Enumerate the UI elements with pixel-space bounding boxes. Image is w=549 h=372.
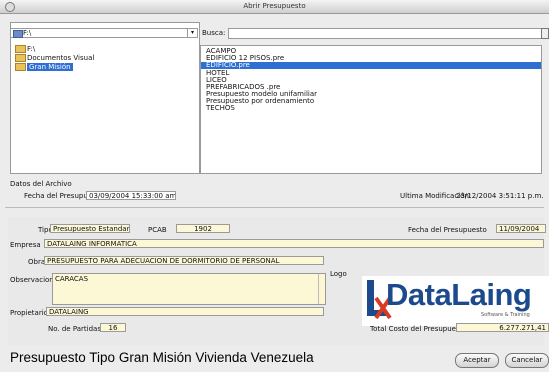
search-input[interactable]	[228, 28, 549, 39]
search-row: Busca:	[200, 28, 549, 39]
logo-label: Logo	[330, 270, 347, 278]
budget-date-label: Fecha del Presupuesto	[408, 226, 487, 234]
tree-item-label: Documentos Visual	[27, 54, 95, 62]
file-item[interactable]: TECHOS	[206, 105, 235, 112]
company-logo: DataLaing Software & Training	[362, 276, 549, 326]
archive-date-field: 03/09/2004 15:33:00 am	[86, 191, 176, 200]
type-field[interactable]: Presupuesto Estandar	[50, 224, 130, 233]
notes-scrollbar[interactable]	[318, 274, 325, 304]
archive-section-label: Datos del Archivo	[10, 180, 72, 188]
client-field[interactable]: PRESUPUESTO PARA ADECUACION DE DORMITORI…	[44, 256, 324, 265]
search-label: Busca:	[202, 29, 226, 37]
company-label: Empresa	[10, 241, 41, 249]
notes-text: CARACAS	[55, 275, 89, 283]
pcab-field[interactable]: 1902	[176, 224, 230, 233]
owner-field[interactable]: DATALAING	[46, 307, 324, 316]
file-item-selected[interactable]: EDIFICIO.pre	[201, 62, 541, 69]
notes-textarea[interactable]: CARACAS	[52, 273, 326, 305]
parts-label: No. de Partidas	[48, 325, 101, 333]
window-title: Abrir Presupuesto	[243, 2, 306, 10]
last-modified-value: 23/12/2004 3:51:11 p.m.	[456, 192, 544, 200]
folder-icon	[15, 45, 26, 53]
total-field: 6.277.271,41	[456, 323, 549, 332]
search-clear-button[interactable]	[541, 28, 549, 39]
open-budget-dialog: Abrir Presupuesto F:\ ▾ F:\ Documentos V…	[0, 0, 549, 372]
folder-icon	[15, 54, 26, 62]
drive-selector-value: F:\	[23, 29, 32, 37]
footer-title: Presupuesto Tipo Gran Misión Vivienda Ve…	[10, 350, 314, 365]
accept-button[interactable]: Aceptar	[455, 353, 499, 368]
budget-date-field[interactable]: 11/09/2004	[496, 224, 546, 233]
folder-tree[interactable]	[10, 22, 200, 174]
title-bar: Abrir Presupuesto	[0, 0, 549, 14]
pcab-label: PCAB	[148, 226, 167, 234]
chevron-down-icon[interactable]: ▾	[187, 29, 197, 37]
company-field[interactable]: DATALAING INFORMATICA	[44, 239, 544, 248]
file-list[interactable]: ACAMPO EDIFICIO 12 PISOS.pre EDIFICIO.pr…	[200, 45, 542, 174]
divider	[5, 207, 544, 208]
folder-open-icon	[15, 63, 26, 71]
owner-label: Propietario	[10, 309, 48, 317]
total-label: Total Costo del Presupuesto	[370, 325, 467, 333]
tree-item-label: Gran Misión	[27, 63, 73, 71]
logo-subtitle: Software & Training	[481, 312, 530, 318]
logo-text: DataLaing	[386, 277, 532, 312]
tree-item-label: F:\	[27, 45, 36, 53]
cancel-button[interactable]: Cancelar	[505, 353, 549, 368]
drive-selector[interactable]: F:\ ▾	[10, 28, 198, 38]
drive-icon	[13, 30, 23, 38]
parts-field: 16	[100, 323, 126, 332]
